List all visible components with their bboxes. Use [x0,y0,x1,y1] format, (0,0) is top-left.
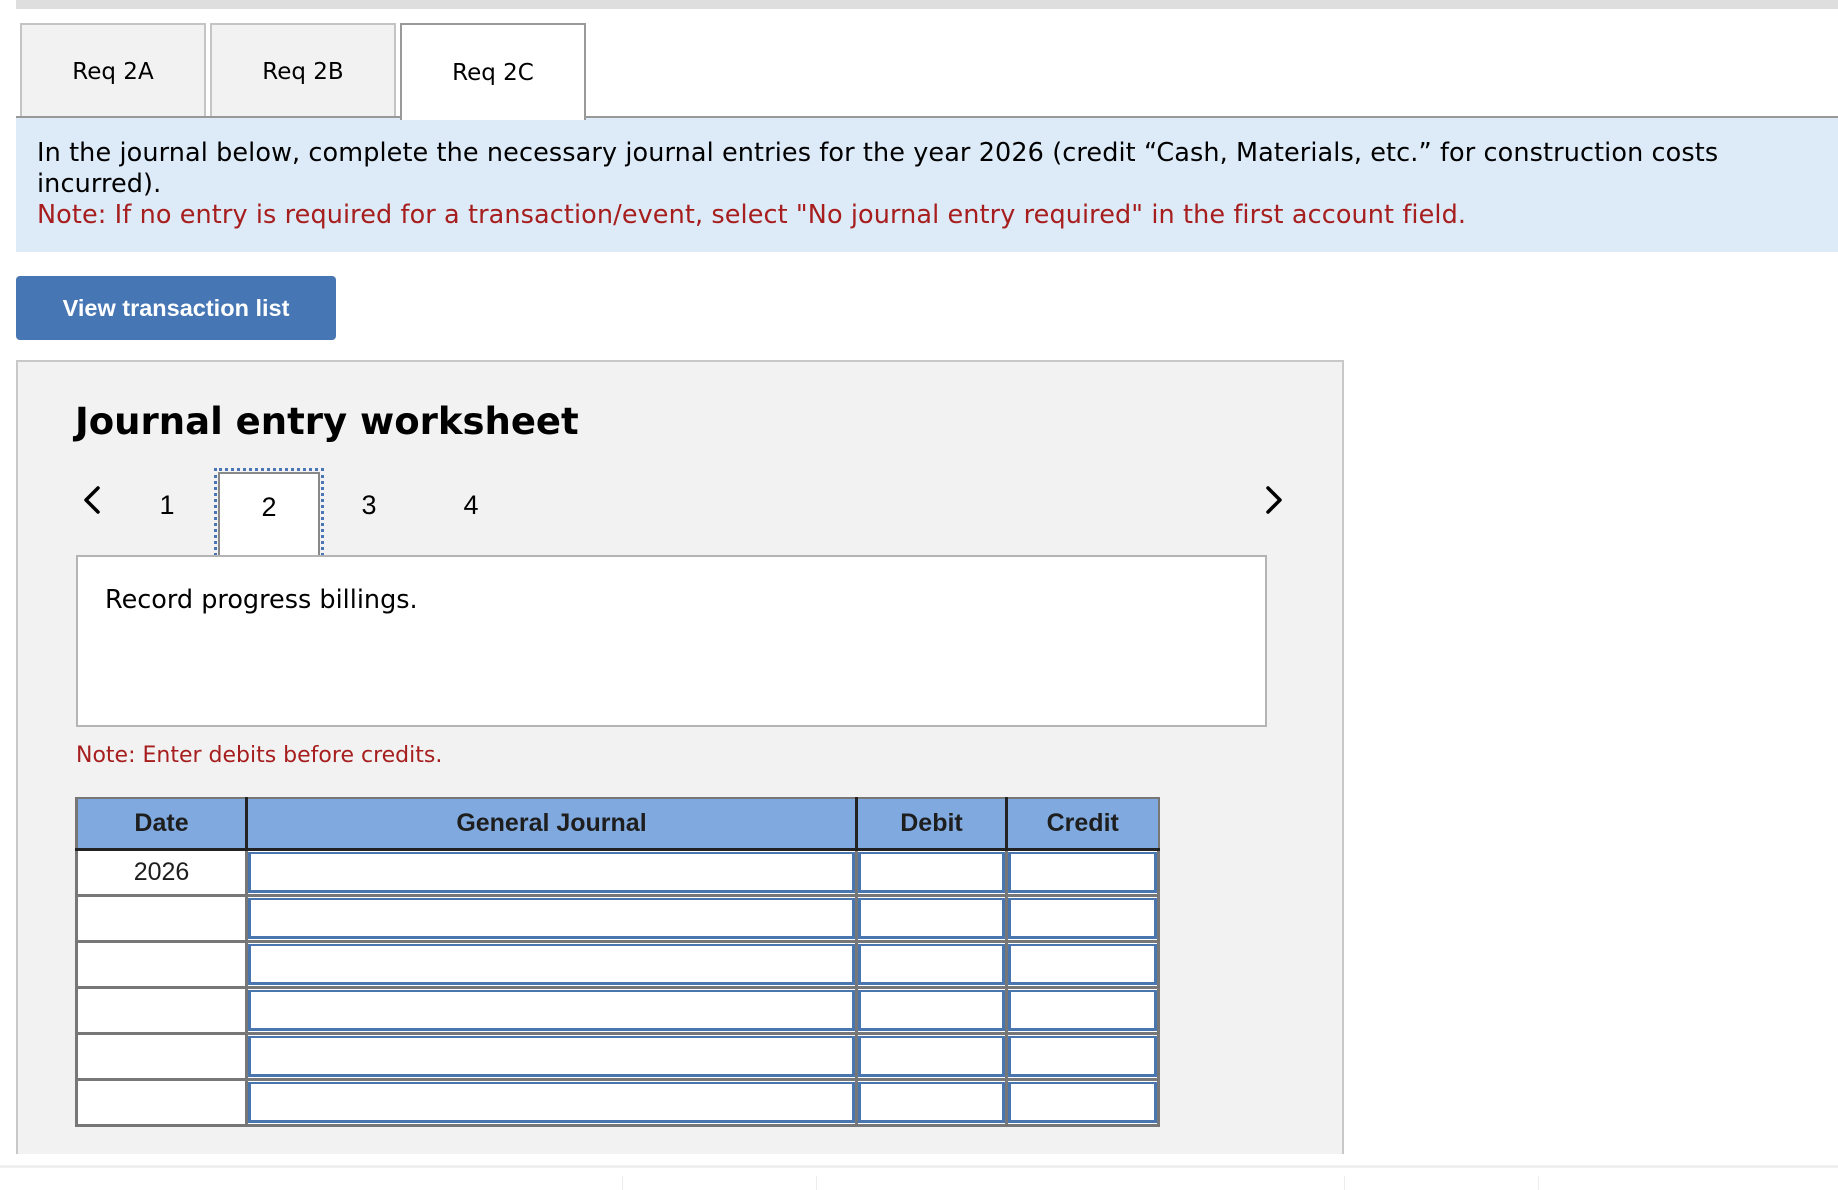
credit-input[interactable] [1008,943,1157,985]
account-select[interactable] [248,943,855,985]
credit-cell [1005,939,1160,989]
credit-cell [1005,893,1160,943]
entry-note: Note: Enter debits before credits. [76,743,443,768]
account-select[interactable] [248,989,855,1031]
debit-input[interactable] [858,1035,1005,1077]
footer-separator [1344,1176,1345,1190]
footer-separator [816,1176,817,1190]
debit-input[interactable] [858,943,1005,985]
account-cell [245,1077,858,1127]
bottom-divider [0,1165,1838,1168]
credit-input[interactable] [1008,851,1157,893]
debit-input[interactable] [858,851,1005,893]
page-4[interactable]: 4 [420,472,522,558]
date-cell [75,985,248,1035]
previous-entry-button[interactable] [78,480,108,520]
header-general-journal: General Journal [245,797,858,851]
debit-cell [855,985,1008,1035]
page-2[interactable]: 2 [214,468,324,562]
instructions-box: In the journal below, complete the neces… [16,118,1838,252]
credit-input[interactable] [1008,1035,1157,1077]
credit-input[interactable] [1008,897,1157,939]
instructions-note: Note: If no entry is required for a tran… [37,200,1467,230]
chevron-right-icon [1266,486,1282,514]
date-cell [75,893,248,943]
page-1[interactable]: 1 [116,472,218,558]
journal-row [75,893,1160,943]
next-entry-button[interactable] [1258,480,1288,520]
debit-input[interactable] [858,989,1005,1031]
debit-cell [855,1077,1008,1127]
page-3[interactable]: 3 [318,472,420,558]
credit-cell [1005,847,1160,897]
transaction-description: Record progress billings. [76,555,1267,727]
instructions-text: In the journal below, complete the neces… [37,138,1719,199]
debit-cell [855,1031,1008,1081]
debit-cell [855,847,1008,897]
header-credit: Credit [1005,797,1160,851]
tab-req-2c[interactable]: Req 2C [400,23,586,120]
journal-entry-worksheet: Journal entry worksheet 1 2 3 4 Record p… [16,360,1344,1154]
view-transaction-list-button[interactable]: View transaction list [16,276,336,340]
journal-row [75,1031,1160,1081]
date-cell: 2026 [75,847,248,897]
journal-row [75,1077,1160,1127]
journal-row: 2026 [75,847,1160,897]
journal-row [75,939,1160,989]
credit-input[interactable] [1008,989,1157,1031]
table-header-row: Date General Journal Debit Credit [75,797,1160,851]
account-cell [245,847,858,897]
debit-input[interactable] [858,1081,1005,1123]
date-cell [75,1031,248,1081]
header-date: Date [75,797,248,851]
top-bar [16,0,1838,9]
debit-cell [855,893,1008,943]
credit-input[interactable] [1008,1081,1157,1123]
credit-cell [1005,1031,1160,1081]
account-cell [245,1031,858,1081]
tab-req-2a[interactable]: Req 2A [20,23,206,118]
general-journal-table: Date General Journal Debit Credit 2026 [75,797,1160,1127]
description-text: Record progress billings. [105,585,418,615]
credit-cell [1005,985,1160,1035]
account-select[interactable] [248,1081,855,1123]
account-cell [245,939,858,989]
account-select[interactable] [248,897,855,939]
account-select[interactable] [248,1035,855,1077]
footer-separator [622,1176,623,1190]
header-debit: Debit [855,797,1008,851]
account-cell [245,893,858,943]
account-cell [245,985,858,1035]
credit-cell [1005,1077,1160,1127]
chevron-left-icon [84,486,100,514]
date-cell [75,1077,248,1127]
debit-cell [855,939,1008,989]
account-select[interactable] [248,851,855,893]
debit-input[interactable] [858,897,1005,939]
journal-row [75,985,1160,1035]
tab-req-2b[interactable]: Req 2B [210,23,396,118]
footer-separator [1538,1176,1539,1190]
worksheet-title: Journal entry worksheet [75,400,579,443]
requirement-tabs: Req 2A Req 2B Req 2C [20,23,586,120]
date-cell [75,939,248,989]
